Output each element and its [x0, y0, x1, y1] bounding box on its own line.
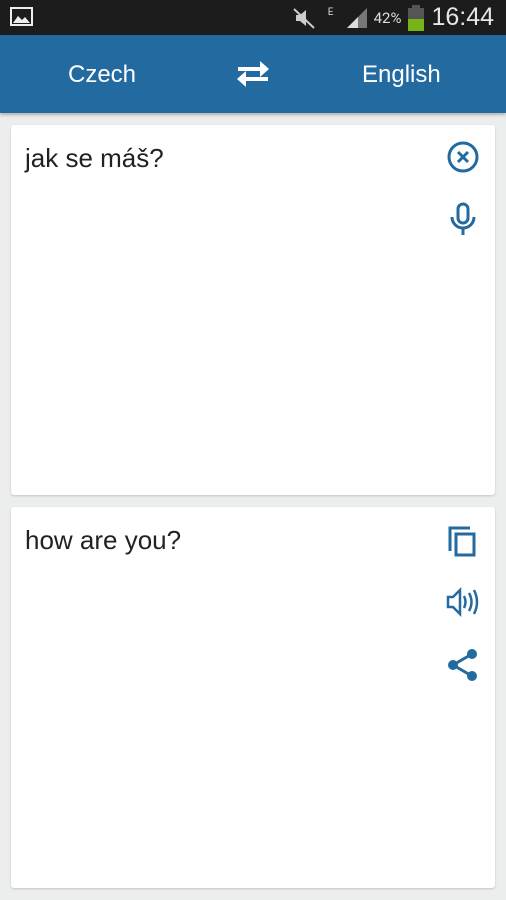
clear-icon[interactable]	[445, 139, 481, 175]
source-language-button[interactable]: Czech	[68, 35, 136, 113]
mute-icon	[292, 7, 315, 29]
battery-percent: 42%	[373, 8, 402, 27]
speaker-icon[interactable]	[445, 584, 481, 620]
output-text: how are you?	[25, 525, 182, 555]
microphone-icon[interactable]	[445, 201, 481, 237]
signal-icon	[346, 7, 367, 28]
battery-icon	[408, 4, 425, 31]
target-language-button[interactable]: English	[362, 35, 441, 113]
share-icon[interactable]	[445, 647, 481, 683]
clock: 16:44	[431, 3, 494, 31]
image-notification-icon	[10, 7, 33, 26]
output-card: how are you?	[11, 507, 495, 888]
language-bar: Czech English	[0, 35, 506, 113]
network-type: E	[327, 6, 334, 18]
copy-icon[interactable]	[445, 523, 481, 559]
swap-icon[interactable]	[234, 59, 272, 89]
input-card: jak se máš?	[11, 125, 495, 495]
status-bar: E 42% 16:44	[0, 0, 506, 35]
input-text[interactable]: jak se máš?	[25, 143, 164, 174]
